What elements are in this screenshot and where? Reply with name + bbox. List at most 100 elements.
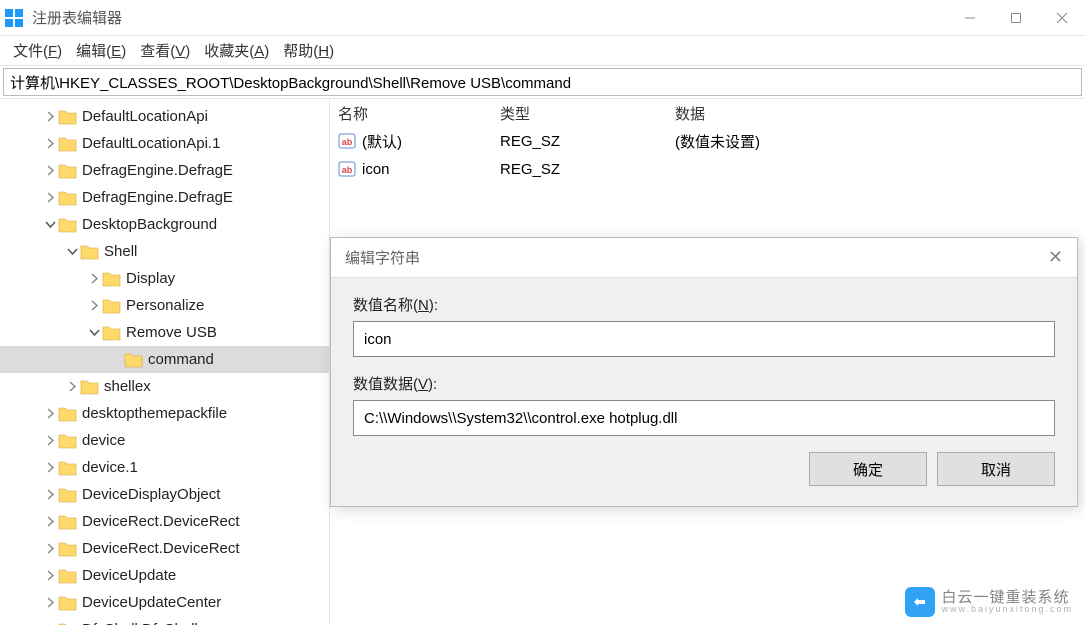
col-data[interactable]: 数据 bbox=[675, 103, 1085, 124]
tree-label: DefragEngine.DefragE bbox=[82, 162, 233, 179]
folder-icon bbox=[58, 513, 78, 531]
address-bar[interactable]: 计算机\HKEY_CLASSES_ROOT\DesktopBackground\… bbox=[3, 68, 1082, 96]
tree-view[interactable]: DefaultLocationApiDefaultLocationApi.1 De… bbox=[0, 99, 330, 625]
tree-item[interactable]: DeviceUpdateCenter bbox=[0, 589, 329, 616]
tree-expander[interactable] bbox=[42, 489, 58, 500]
tree-item[interactable]: DesktopBackground bbox=[0, 211, 329, 238]
tree-item[interactable]: Display bbox=[0, 265, 329, 292]
value-data-label: 数值数据(V): bbox=[353, 373, 1055, 394]
value-data: (数值未设置) bbox=[675, 131, 1085, 152]
col-type[interactable]: 类型 bbox=[500, 103, 675, 124]
close-button[interactable] bbox=[1039, 0, 1085, 36]
tree-item[interactable]: DeviceUpdate bbox=[0, 562, 329, 589]
window-title: 注册表编辑器 bbox=[32, 7, 947, 28]
tree-item[interactable]: Personalize bbox=[0, 292, 329, 319]
value-name: icon bbox=[362, 161, 390, 178]
tree-item[interactable]: DefragEngine.DefragE bbox=[0, 184, 329, 211]
tree-label: Shell bbox=[104, 243, 137, 260]
tree-item[interactable]: Remove USB bbox=[0, 319, 329, 346]
tree-label: shellex bbox=[104, 378, 151, 395]
tree-item[interactable]: DefaultLocationApi.1 bbox=[0, 130, 329, 157]
menu-favorites[interactable]: 收藏夹(A) bbox=[204, 40, 269, 61]
tree-label: desktopthemepackfile bbox=[82, 405, 227, 422]
folder-icon bbox=[58, 108, 78, 126]
folder-icon bbox=[58, 189, 78, 207]
dialog-body: 数值名称(N): 数值数据(V): 确定 取消 bbox=[331, 278, 1077, 506]
folder-icon bbox=[58, 540, 78, 558]
folder-icon bbox=[58, 162, 78, 180]
tree-item[interactable]: DeviceRect.DeviceRect bbox=[0, 508, 329, 535]
watermark-main: 白云一键重装系统 bbox=[941, 590, 1073, 605]
edit-string-dialog: 编辑字符串 ✕ 数值名称(N): 数值数据(V): 确定 取消 bbox=[330, 237, 1078, 507]
tree-expander[interactable] bbox=[42, 138, 58, 149]
tree-expander[interactable] bbox=[42, 597, 58, 608]
col-name[interactable]: 名称 bbox=[330, 103, 500, 124]
string-value-icon: ab bbox=[338, 159, 358, 179]
tree-expander[interactable] bbox=[42, 408, 58, 419]
folder-icon bbox=[102, 270, 122, 288]
tree-expander[interactable] bbox=[42, 543, 58, 554]
folder-icon bbox=[58, 459, 78, 477]
tree-expander[interactable] bbox=[42, 462, 58, 473]
folder-icon bbox=[102, 297, 122, 315]
tree-item[interactable]: desktopthemepackfile bbox=[0, 400, 329, 427]
menu-help[interactable]: 帮助(H) bbox=[283, 40, 334, 61]
tree-item[interactable]: command bbox=[0, 346, 329, 373]
minimize-button[interactable] bbox=[947, 0, 993, 36]
dialog-buttons: 确定 取消 bbox=[353, 452, 1055, 486]
tree-item[interactable]: Shell bbox=[0, 238, 329, 265]
folder-icon bbox=[58, 432, 78, 450]
cancel-button[interactable]: 取消 bbox=[937, 452, 1055, 486]
tree-expander[interactable] bbox=[64, 381, 80, 392]
value-name-label: 数值名称(N): bbox=[353, 294, 1055, 315]
value-type: REG_SZ bbox=[500, 161, 675, 178]
menu-view[interactable]: 查看(V) bbox=[140, 40, 190, 61]
tree-label: device bbox=[82, 432, 125, 449]
tree-item[interactable]: shellex bbox=[0, 373, 329, 400]
value-name-input[interactable] bbox=[353, 321, 1055, 357]
tree-label: Remove USB bbox=[126, 324, 217, 341]
folder-icon bbox=[58, 621, 78, 625]
tree-item[interactable]: DeviceDisplayObject bbox=[0, 481, 329, 508]
menu-edit[interactable]: 编辑(E) bbox=[76, 40, 126, 61]
tree-expander[interactable] bbox=[86, 273, 102, 284]
folder-icon bbox=[124, 351, 144, 369]
window-controls bbox=[947, 0, 1085, 36]
tree-expander[interactable] bbox=[42, 516, 58, 527]
string-value-icon: ab bbox=[338, 131, 358, 151]
tree-expander[interactable] bbox=[64, 246, 80, 257]
title-bar: 注册表编辑器 bbox=[0, 0, 1085, 36]
tree-item[interactable]: DfsShell.DfsShell bbox=[0, 616, 329, 625]
tree-label: Display bbox=[126, 270, 175, 287]
tree-expander[interactable] bbox=[42, 435, 58, 446]
tree-item[interactable]: DefaultLocationApi bbox=[0, 103, 329, 130]
tree-item[interactable]: DeviceRect.DeviceRect bbox=[0, 535, 329, 562]
ok-button[interactable]: 确定 bbox=[809, 452, 927, 486]
tree-expander[interactable] bbox=[42, 111, 58, 122]
tree-label: DeviceDisplayObject bbox=[82, 486, 220, 503]
value-data-input[interactable] bbox=[353, 400, 1055, 436]
tree-expander[interactable] bbox=[86, 327, 102, 338]
tree-expander[interactable] bbox=[42, 192, 58, 203]
list-row[interactable]: ab(默认)REG_SZ(数值未设置) bbox=[330, 127, 1085, 155]
tree-label: Personalize bbox=[126, 297, 204, 314]
maximize-button[interactable] bbox=[993, 0, 1039, 36]
folder-icon bbox=[58, 567, 78, 585]
address-text: 计算机\HKEY_CLASSES_ROOT\DesktopBackground\… bbox=[10, 72, 571, 93]
tree-item[interactable]: device bbox=[0, 427, 329, 454]
dialog-close-button[interactable]: ✕ bbox=[1048, 247, 1063, 268]
tree-expander[interactable] bbox=[42, 219, 58, 230]
list-row[interactable]: abicon REG_SZ bbox=[330, 155, 1085, 183]
tree-label: DfsShell.DfsShell bbox=[82, 621, 198, 625]
tree-expander[interactable] bbox=[86, 300, 102, 311]
tree-expander[interactable] bbox=[42, 165, 58, 176]
tree-item[interactable]: DefragEngine.DefragE bbox=[0, 157, 329, 184]
value-name: (默认) bbox=[362, 131, 402, 152]
tree-expander[interactable] bbox=[42, 570, 58, 581]
svg-text:ab: ab bbox=[342, 165, 353, 175]
app-icon bbox=[4, 8, 24, 28]
tree-item[interactable]: device.1 bbox=[0, 454, 329, 481]
watermark-text: 白云一键重装系统 www.baiyunxitong.com bbox=[941, 590, 1073, 614]
menu-file[interactable]: 文件(F) bbox=[13, 40, 62, 61]
watermark: 白云一键重装系统 www.baiyunxitong.com bbox=[905, 587, 1073, 617]
